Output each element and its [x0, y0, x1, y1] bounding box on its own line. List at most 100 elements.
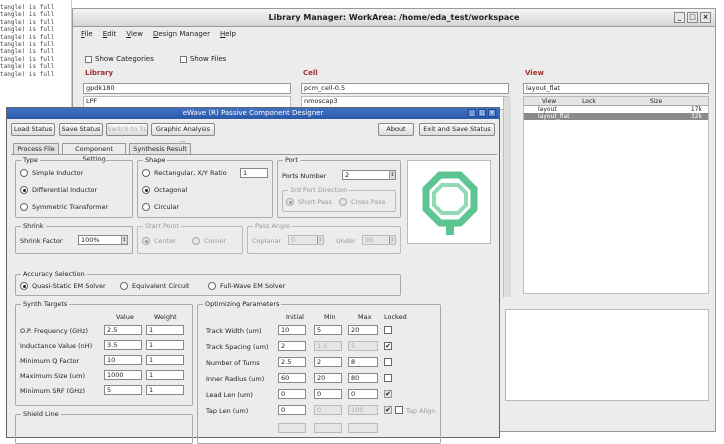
- graphic-analysis-button[interactable]: Graphic Analysis ...: [151, 123, 215, 144]
- minimize-icon[interactable]: _: [674, 12, 685, 23]
- target-weight-input[interactable]: 1: [146, 340, 184, 350]
- param-initial-input[interactable]: [278, 423, 306, 433]
- show-files-checkbox[interactable]: Show Files: [179, 55, 226, 63]
- param-locked-checkbox[interactable]: [384, 374, 392, 382]
- param-max-input[interactable]: 0: [348, 389, 378, 399]
- octagonal-radio[interactable]: Octagonal: [142, 186, 187, 194]
- param-min-input[interactable]: 20: [314, 373, 342, 383]
- target-weight-input[interactable]: 1: [146, 370, 184, 380]
- column-size[interactable]: Size: [604, 97, 708, 105]
- list-item[interactable]: nmoscap3: [302, 97, 508, 105]
- rectangular-radio[interactable]: Rectangular, X/Y Ratio: [142, 169, 227, 177]
- simple-inductor-radio[interactable]: Simple Inductor: [20, 169, 83, 177]
- library-manager-titlebar[interactable]: Library Manager: WorkArea: /home/eda_tes…: [73, 9, 715, 27]
- corner-radio[interactable]: Corner: [192, 237, 226, 245]
- param-initial-input[interactable]: 0: [278, 405, 306, 415]
- param-min-input[interactable]: [314, 423, 342, 433]
- param-min-input[interactable]: 1.5: [314, 341, 342, 351]
- close-icon[interactable]: ×: [700, 12, 711, 23]
- radio-indicator: [142, 169, 150, 177]
- list-item[interactable]: LPF: [84, 97, 290, 105]
- spinner-icon[interactable]: ⇕: [389, 236, 395, 244]
- param-max-input[interactable]: [348, 423, 378, 433]
- table-row[interactable]: layout 17k: [524, 106, 708, 113]
- menu-help[interactable]: Help: [220, 30, 236, 38]
- param-locked-checkbox[interactable]: ✔: [384, 342, 392, 350]
- load-status-button[interactable]: Load Status: [11, 123, 55, 136]
- ewave-titlebar[interactable]: eWave (R) Passive Component Designer _ □…: [7, 108, 499, 119]
- exit-save-button[interactable]: Exit and Save Status: [419, 123, 495, 136]
- ports-number-select[interactable]: 2 ⇕: [342, 170, 396, 180]
- view-list[interactable]: View Lock Size layout 17k layout_flat 32…: [523, 96, 709, 294]
- library-filter-input[interactable]: gpdk180: [83, 83, 291, 94]
- target-value-input[interactable]: 5: [104, 385, 142, 395]
- column-lock[interactable]: Lock: [574, 97, 604, 105]
- param-initial-input[interactable]: 2.5: [278, 357, 306, 367]
- column-view[interactable]: View: [524, 97, 574, 105]
- target-weight-input[interactable]: 1: [146, 325, 184, 335]
- param-locked-checkbox[interactable]: [384, 326, 392, 334]
- save-status-button[interactable]: Save Status: [59, 123, 103, 136]
- target-value-input[interactable]: 10: [104, 355, 142, 365]
- full-wave-radio[interactable]: Full-Wave EM Solver: [208, 282, 285, 290]
- maximize-icon[interactable]: □: [687, 12, 698, 23]
- param-initial-input[interactable]: 60: [278, 373, 306, 383]
- xy-ratio-input[interactable]: 1: [240, 168, 268, 178]
- tab-synthesis-result[interactable]: Synthesis Result: [129, 143, 191, 154]
- shrink-factor-label: Shrink Factor: [20, 237, 63, 245]
- param-max-input[interactable]: 100: [348, 405, 378, 415]
- shrink-factor-spinner[interactable]: 100% ⇕: [78, 235, 128, 245]
- target-value-input[interactable]: 1000: [104, 370, 142, 380]
- coplanar-spinner[interactable]: 0 ⇕: [288, 235, 324, 245]
- about-button[interactable]: About: [378, 123, 414, 136]
- menu-edit[interactable]: Edit: [103, 30, 117, 38]
- quasi-static-radio[interactable]: Quasi-Static EM Solver: [20, 282, 106, 290]
- param-max-input[interactable]: 8: [348, 357, 378, 367]
- param-max-input[interactable]: 80: [348, 373, 378, 383]
- short-pass-radio[interactable]: Short Pass: [286, 198, 332, 206]
- maximize-icon[interactable]: □: [478, 109, 486, 117]
- tab-component-setting[interactable]: Component Setting: [62, 143, 126, 163]
- param-min-input[interactable]: 0: [314, 405, 342, 415]
- param-locked-checkbox[interactable]: [384, 358, 392, 366]
- symmetric-transformer-radio[interactable]: Symmetric Transformer: [20, 203, 108, 211]
- under-spinner[interactable]: 90 ⇕: [362, 235, 396, 245]
- param-max-input[interactable]: 5: [348, 341, 378, 351]
- cell-scrollbar[interactable]: [503, 97, 511, 297]
- target-weight-input[interactable]: 1: [146, 385, 184, 395]
- minimize-icon[interactable]: _: [468, 109, 476, 117]
- param-min-input[interactable]: 2: [314, 357, 342, 367]
- param-initial-input[interactable]: 2: [278, 341, 306, 351]
- target-value-input[interactable]: 2.5: [104, 325, 142, 335]
- switch-to-tl-button[interactable]: Switch to TL: [106, 123, 148, 136]
- param-initial-input[interactable]: 0: [278, 389, 306, 399]
- target-weight-input[interactable]: 1: [146, 355, 184, 365]
- tab-process-file[interactable]: Process File: [13, 143, 59, 154]
- menu-file[interactable]: File: [81, 30, 93, 38]
- spinner-icon[interactable]: ⇕: [317, 236, 323, 244]
- target-value-input[interactable]: 3.5: [104, 340, 142, 350]
- target-label: O.P. Frequency (GHz): [20, 327, 89, 335]
- table-row-selected[interactable]: layout_flat 32k: [524, 113, 708, 120]
- differential-inductor-radio[interactable]: Differential Inductor: [20, 186, 97, 194]
- param-locked-checkbox[interactable]: ✔: [384, 390, 392, 398]
- spinner-icon[interactable]: ⇕: [121, 236, 127, 244]
- equivalent-circuit-radio[interactable]: Equivalent Circuit: [120, 282, 189, 290]
- param-locked-checkbox[interactable]: ✔: [384, 406, 392, 414]
- tap-align-checkbox[interactable]: [395, 406, 403, 414]
- cross-pass-radio[interactable]: Cross Pass: [339, 198, 385, 206]
- param-max-input[interactable]: 20: [348, 325, 378, 335]
- param-min-input[interactable]: 5: [314, 325, 342, 335]
- cell-filter-input[interactable]: pcm_cell-0.5: [301, 83, 509, 94]
- menu-view[interactable]: View: [126, 30, 143, 38]
- menu-design-manager[interactable]: Design Manager: [153, 30, 210, 38]
- param-min-input[interactable]: 0: [314, 389, 342, 399]
- ewave-window: eWave (R) Passive Component Designer _ □…: [6, 107, 500, 444]
- circular-radio[interactable]: Circular: [142, 203, 179, 211]
- param-initial-input[interactable]: 10: [278, 325, 306, 335]
- spinner-icon[interactable]: ⇕: [389, 171, 395, 179]
- show-categories-checkbox[interactable]: Show Categories: [85, 55, 154, 63]
- close-icon[interactable]: ×: [488, 109, 496, 117]
- view-filter-input[interactable]: layout_flat: [523, 83, 709, 94]
- center-radio[interactable]: Center: [142, 237, 176, 245]
